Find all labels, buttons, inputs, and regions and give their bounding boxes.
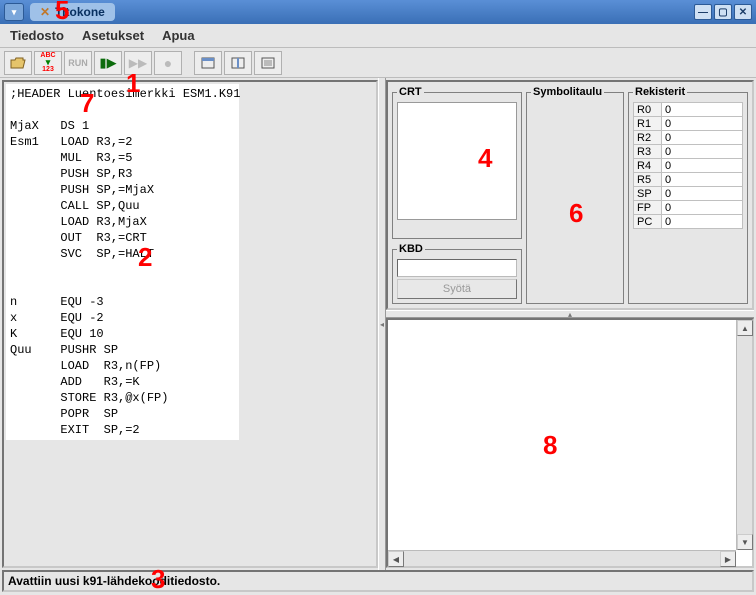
register-row: R40 xyxy=(634,159,743,173)
code-area[interactable]: ;HEADER Luentoesimerkki ESM1.K91 MjaX DS… xyxy=(6,84,239,440)
content-area: ;HEADER Luentoesimerkki ESM1.K91 MjaX DS… xyxy=(0,78,756,570)
annotation-6: 6 xyxy=(569,198,583,229)
split-view-icon xyxy=(231,57,245,69)
maximize-button[interactable]: ▢ xyxy=(714,4,732,20)
scroll-right-button[interactable]: ▶ xyxy=(720,551,736,567)
compile-button[interactable]: ABC ▾ 123 xyxy=(34,51,62,75)
menu-bar: Tiedosto Asetukset Apua xyxy=(0,24,756,48)
arrow-down-icon: ▾ xyxy=(46,59,51,66)
kbd-panel: KBD Syötä 5 xyxy=(392,243,522,304)
scroll-up-button[interactable]: ▲ xyxy=(737,320,753,336)
register-row: R10 xyxy=(634,117,743,131)
folder-open-icon xyxy=(10,57,26,69)
window-title: Titokone xyxy=(55,5,105,19)
register-name: R5 xyxy=(634,173,662,187)
kbd-submit-button[interactable]: Syötä xyxy=(397,279,517,299)
window-icon xyxy=(201,57,215,69)
menu-settings[interactable]: Asetukset xyxy=(78,26,148,45)
register-name: R3 xyxy=(634,145,662,159)
kbd-legend: KBD xyxy=(397,243,425,255)
right-top-panel: CRT 4 KBD Syötä 5 Symbolitaulu 6 Rekiste… xyxy=(386,80,754,310)
menu-help[interactable]: Apua xyxy=(158,26,199,45)
kbd-input[interactable] xyxy=(397,259,517,277)
close-button[interactable]: ✕ xyxy=(734,4,752,20)
continue-button[interactable]: ▮▶ xyxy=(94,51,122,75)
register-value: 0 xyxy=(662,103,743,117)
register-value: 0 xyxy=(662,131,743,145)
register-value: 0 xyxy=(662,201,743,215)
register-name: R4 xyxy=(634,159,662,173)
right-pane: CRT 4 KBD Syötä 5 Symbolitaulu 6 Rekiste… xyxy=(386,80,754,568)
register-row: R20 xyxy=(634,131,743,145)
register-value: 0 xyxy=(662,187,743,201)
register-name: SP xyxy=(634,187,662,201)
step-button[interactable]: ▶▶ xyxy=(124,51,152,75)
crt-legend: CRT xyxy=(397,86,424,98)
register-row: R50 xyxy=(634,173,743,187)
vertical-splitter[interactable]: ◂ xyxy=(378,78,386,570)
crt-display: 4 xyxy=(397,102,517,220)
status-text: Avattiin uusi k91-lähdekooditiedosto. xyxy=(8,574,220,588)
vertical-scrollbar[interactable]: ▲ ▼ xyxy=(736,320,752,550)
symbol-legend: Symbolitaulu xyxy=(531,86,604,98)
register-row: R00 xyxy=(634,103,743,117)
output-panel: 8 ▲ ▼ ◀ ▶ xyxy=(386,318,754,568)
window-title-chip: ✕ Titokone xyxy=(30,3,115,21)
left-pane: ;HEADER Luentoesimerkki ESM1.K91 MjaX DS… xyxy=(2,80,378,568)
stop-button[interactable]: ● xyxy=(154,51,182,75)
registers-table: R00R10R20R30R40R50SP0FP0PC0 xyxy=(633,102,743,229)
register-row: SP0 xyxy=(634,187,743,201)
compile-bot-label: 123 xyxy=(42,66,54,73)
register-row: FP0 xyxy=(634,201,743,215)
symbol-table-panel: Symbolitaulu 6 xyxy=(526,86,624,304)
register-value: 0 xyxy=(662,117,743,131)
registers-panel: Rekisterit R00R10R20R30R40R50SP0FP0PC0 7 xyxy=(628,86,748,304)
annotation-8: 8 xyxy=(543,430,557,461)
register-value: 0 xyxy=(662,159,743,173)
view-window-button[interactable] xyxy=(194,51,222,75)
annotation-4: 4 xyxy=(478,143,492,174)
register-value: 0 xyxy=(662,145,743,159)
open-button[interactable] xyxy=(4,51,32,75)
horizontal-scrollbar[interactable]: ◀ ▶ xyxy=(388,550,736,566)
register-row: PC0 xyxy=(634,215,743,229)
menu-file[interactable]: Tiedosto xyxy=(6,26,68,45)
register-name: R1 xyxy=(634,117,662,131)
register-name: R2 xyxy=(634,131,662,145)
view-list-button[interactable] xyxy=(254,51,282,75)
scroll-down-button[interactable]: ▼ xyxy=(737,534,753,550)
scroll-left-button[interactable]: ◀ xyxy=(388,551,404,567)
title-bar: ✕ Titokone — ▢ ✕ xyxy=(0,0,756,24)
register-name: R0 xyxy=(634,103,662,117)
toolbar: ABC ▾ 123 RUN ▮▶ ▶▶ ● xyxy=(0,48,756,78)
horizontal-splitter[interactable]: ▴ xyxy=(386,310,754,318)
register-name: PC xyxy=(634,215,662,229)
crt-panel: CRT 4 xyxy=(392,86,522,239)
register-value: 0 xyxy=(662,215,743,229)
list-view-icon xyxy=(261,57,275,69)
registers-legend: Rekisterit xyxy=(633,86,687,98)
register-name: FP xyxy=(634,201,662,215)
view-split-button[interactable] xyxy=(224,51,252,75)
app-icon: ✕ xyxy=(40,5,50,19)
status-bar: Avattiin uusi k91-lähdekooditiedosto. 3 xyxy=(2,570,754,592)
app-menu-button[interactable] xyxy=(4,3,24,21)
register-row: R30 xyxy=(634,145,743,159)
minimize-button[interactable]: — xyxy=(694,4,712,20)
register-value: 0 xyxy=(662,173,743,187)
run-button[interactable]: RUN xyxy=(64,51,92,75)
